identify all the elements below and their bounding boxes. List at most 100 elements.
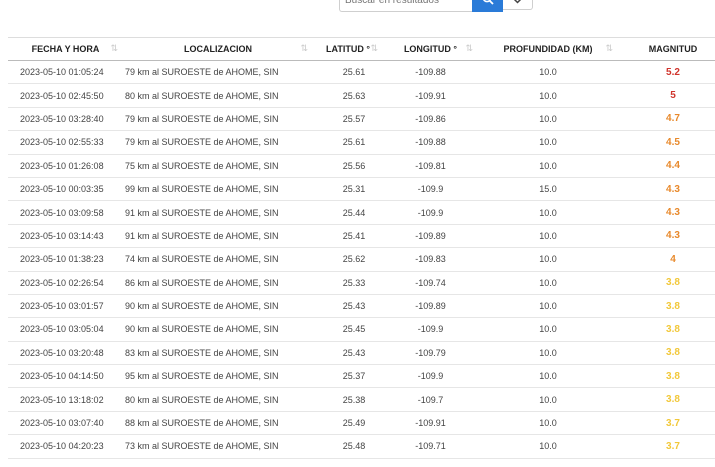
table-row[interactable]: 2023-05-10 01:38:23 74 km al SUROESTE de … <box>8 247 715 272</box>
cell-localizacion: 74 km al SUROESTE de AHOME, SIN <box>123 247 313 272</box>
cell-longitud: -109.81 <box>383 154 478 178</box>
search-bar <box>339 0 533 12</box>
table-row[interactable]: 2023-05-10 00:03:35 99 km al SUROESTE de … <box>8 177 715 202</box>
search-input[interactable] <box>339 0 472 12</box>
cell-profundidad: 10.0 <box>478 60 618 85</box>
search-button[interactable] <box>472 0 503 12</box>
cell-longitud: -109.88 <box>383 130 478 155</box>
cell-longitud: -109.89 <box>383 224 478 249</box>
cell-latitud: 25.38 <box>313 387 383 412</box>
cell-latitud: 25.44 <box>313 200 383 225</box>
cell-magnitud: 3.8 <box>618 364 715 389</box>
cell-fecha: 2023-05-10 03:07:40 <box>8 411 123 436</box>
cell-longitud: -109.86 <box>383 107 478 132</box>
cell-magnitud: 3.7 <box>618 434 715 459</box>
cell-latitud: 25.56 <box>313 154 383 178</box>
cell-profundidad: 10.0 <box>478 364 618 389</box>
cell-localizacion: 86 km al SUROESTE de AHOME, SIN <box>123 271 313 295</box>
table-row[interactable]: 2023-05-10 13:18:02 80 km al SUROESTE de … <box>8 387 715 412</box>
table-row[interactable]: 2023-05-10 02:45:50 80 km al SUROESTE de … <box>8 83 715 108</box>
cell-localizacion: 79 km al SUROESTE de AHOME, SIN <box>123 130 313 155</box>
cell-magnitud: 4.4 <box>618 154 715 178</box>
cell-fecha: 2023-05-10 02:26:54 <box>8 271 123 295</box>
cell-localizacion: 79 km al SUROESTE de AHOME, SIN <box>123 60 313 85</box>
cell-latitud: 25.37 <box>313 364 383 389</box>
cell-magnitud: 4 <box>618 247 715 272</box>
cell-magnitud: 4.3 <box>618 224 715 249</box>
cell-longitud: -109.89 <box>383 294 478 319</box>
table-row[interactable]: 2023-05-10 03:09:58 91 km al SUROESTE de … <box>8 200 715 225</box>
cell-fecha: 2023-05-10 03:14:43 <box>8 224 123 249</box>
cell-latitud: 25.43 <box>313 294 383 319</box>
cell-localizacion: 80 km al SUROESTE de AHOME, SIN <box>123 387 313 412</box>
column-header-fecha[interactable]: FECHA Y HORA ⇅ <box>8 37 123 61</box>
cell-magnitud: 3.8 <box>618 317 715 342</box>
table-row[interactable]: 2023-05-10 03:05:04 90 km al SUROESTE de … <box>8 317 715 342</box>
cell-fecha: 2023-05-10 01:38:23 <box>8 247 123 272</box>
cell-localizacion: 91 km al SUROESTE de AHOME, SIN <box>123 200 313 225</box>
cell-latitud: 25.62 <box>313 247 383 272</box>
table-header-row: FECHA Y HORA ⇅ LOCALIZACION ⇅ LATITUD ° ⇅ L… <box>8 37 715 61</box>
table-row[interactable]: 2023-05-10 01:26:08 75 km al SUROESTE de … <box>8 154 715 178</box>
table-row[interactable]: 2023-05-10 04:14:50 95 km al SUROESTE de … <box>8 364 715 389</box>
cell-localizacion: 88 km al SUROESTE de AHOME, SIN <box>123 411 313 436</box>
cell-fecha: 2023-05-10 01:26:08 <box>8 154 123 178</box>
table-row[interactable]: 2023-05-10 03:01:57 90 km al SUROESTE de … <box>8 294 715 319</box>
cell-magnitud: 4.3 <box>618 200 715 225</box>
cell-magnitud: 3.7 <box>618 411 715 436</box>
cell-localizacion: 80 km al SUROESTE de AHOME, SIN <box>123 83 313 108</box>
cell-localizacion: 73 km al SUROESTE de AHOME, SIN <box>123 434 313 459</box>
table-row[interactable]: 2023-05-10 03:28:40 79 km al SUROESTE de … <box>8 107 715 132</box>
column-header-profundidad[interactable]: PROFUNDIDAD (KM) ⇅ <box>478 37 618 61</box>
cell-magnitud: 4.7 <box>618 107 715 132</box>
cell-longitud: -109.74 <box>383 271 478 295</box>
table-row[interactable]: 2023-05-10 04:20:23 73 km al SUROESTE de … <box>8 434 715 459</box>
cell-localizacion: 90 km al SUROESTE de AHOME, SIN <box>123 294 313 319</box>
cell-latitud: 25.61 <box>313 60 383 85</box>
sort-icon: ⇅ <box>465 43 473 53</box>
cell-profundidad: 10.0 <box>478 247 618 272</box>
table-row[interactable]: 2023-05-10 03:20:48 83 km al SUROESTE de … <box>8 341 715 366</box>
table-row[interactable]: 2023-05-10 02:55:33 79 km al SUROESTE de … <box>8 130 715 155</box>
table-row[interactable]: 2023-05-10 03:07:40 88 km al SUROESTE de … <box>8 411 715 436</box>
cell-longitud: -109.9 <box>383 200 478 225</box>
cell-profundidad: 10.0 <box>478 107 618 132</box>
cell-latitud: 25.33 <box>313 271 383 295</box>
cell-localizacion: 99 km al SUROESTE de AHOME, SIN <box>123 177 313 202</box>
cell-longitud: -109.7 <box>383 387 478 412</box>
chevron-down-icon <box>513 0 522 7</box>
column-header-localizacion[interactable]: LOCALIZACION ⇅ <box>123 37 313 61</box>
table-row[interactable]: 2023-05-10 01:05:24 79 km al SUROESTE de … <box>8 60 715 85</box>
column-header-magnitud[interactable]: MAGNITUD⇅ <box>618 37 715 61</box>
cell-fecha: 2023-05-10 02:45:50 <box>8 83 123 108</box>
cell-magnitud: 3.8 <box>618 294 715 319</box>
cell-fecha: 2023-05-10 03:09:58 <box>8 200 123 225</box>
column-header-longitud[interactable]: LONGITUD ° ⇅ <box>383 37 478 61</box>
search-options-dropdown[interactable] <box>503 0 533 10</box>
cell-longitud: -109.9 <box>383 364 478 389</box>
cell-localizacion: 90 km al SUROESTE de AHOME, SIN <box>123 317 313 342</box>
cell-latitud: 25.61 <box>313 130 383 155</box>
cell-fecha: 2023-05-10 00:03:35 <box>8 177 123 202</box>
cell-magnitud: 4.5 <box>618 130 715 155</box>
cell-fecha: 2023-05-10 03:20:48 <box>8 341 123 366</box>
earthquake-table: FECHA Y HORA ⇅ LOCALIZACION ⇅ LATITUD ° ⇅ L… <box>8 37 715 459</box>
cell-profundidad: 15.0 <box>478 177 618 202</box>
cell-longitud: -109.91 <box>383 411 478 436</box>
cell-fecha: 2023-05-10 04:14:50 <box>8 364 123 389</box>
cell-profundidad: 10.0 <box>478 434 618 459</box>
cell-fecha: 2023-05-10 02:55:33 <box>8 130 123 155</box>
sort-icon: ⇅ <box>300 43 308 53</box>
cell-latitud: 25.43 <box>313 341 383 366</box>
table-row[interactable]: 2023-05-10 03:14:43 91 km al SUROESTE de … <box>8 224 715 249</box>
cell-localizacion: 83 km al SUROESTE de AHOME, SIN <box>123 341 313 366</box>
cell-magnitud: 3.8 <box>618 387 715 412</box>
cell-latitud: 25.31 <box>313 177 383 202</box>
cell-magnitud: 5.2 <box>618 60 715 85</box>
cell-magnitud: 3.8 <box>618 341 715 366</box>
cell-fecha: 2023-05-10 04:20:23 <box>8 434 123 459</box>
cell-fecha: 2023-05-10 03:01:57 <box>8 294 123 319</box>
cell-latitud: 25.45 <box>313 317 383 342</box>
table-row[interactable]: 2023-05-10 02:26:54 86 km al SUROESTE de … <box>8 271 715 295</box>
column-header-latitud[interactable]: LATITUD ° ⇅ <box>313 37 383 61</box>
